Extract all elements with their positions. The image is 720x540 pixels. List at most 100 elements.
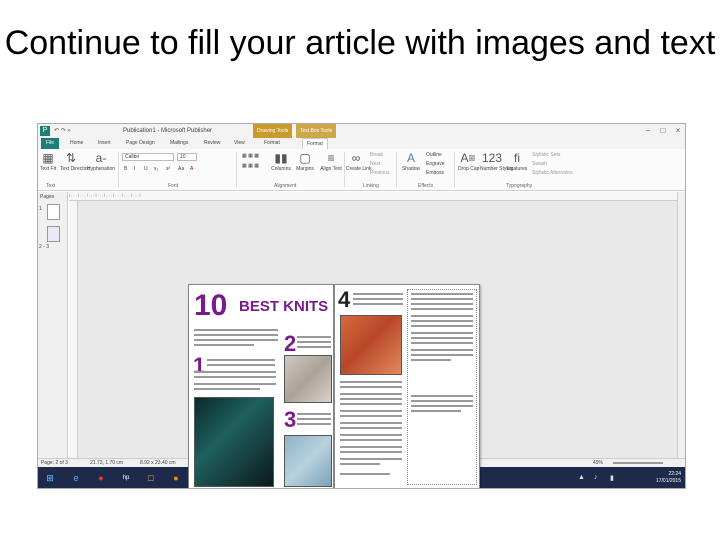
ligatures-button[interactable]: fi Ligatures [506, 151, 528, 172]
ribbon-separator [396, 152, 397, 187]
italic-button[interactable]: I [134, 166, 135, 172]
vertical-scrollbar[interactable] [677, 192, 685, 458]
align-grid-icon[interactable]: ▦ ▦ ▦ [242, 163, 259, 169]
text-direction-icon: ⇅ [65, 151, 77, 165]
text-line [340, 473, 390, 475]
text-line [353, 298, 403, 300]
ribbon-separator [236, 152, 237, 187]
superscript-button[interactable]: x² [166, 166, 170, 172]
photo-orange-knitting[interactable] [340, 315, 402, 375]
create-link-button[interactable]: ∞ Create Link [346, 151, 372, 172]
minimize-button[interactable]: – [641, 124, 655, 138]
tab-home[interactable]: Home [66, 138, 87, 149]
page-thumbnail-2-3[interactable] [47, 226, 60, 242]
subscript-button[interactable]: x₂ [154, 166, 158, 172]
create-link-label: Create Link [346, 166, 372, 172]
text-direction-button[interactable]: ⇅ Text Direction [60, 151, 90, 172]
vertical-ruler[interactable] [69, 201, 78, 458]
stylistic-sets-button[interactable]: Stylistic Sets [532, 152, 560, 158]
start-icon[interactable]: ⊞ [42, 470, 58, 486]
close-button[interactable]: × [671, 124, 685, 138]
tab-insert[interactable]: Insert [94, 138, 115, 149]
engrave-button[interactable]: Engrave [426, 161, 445, 167]
text-line [340, 427, 402, 429]
text-line [411, 354, 473, 356]
columns-button[interactable]: ▮▮ Columns [270, 151, 292, 172]
drop-cap-button[interactable]: A≡ Drop Cap [458, 151, 480, 172]
publisher-window: P ↶ ↷ » Publication1 - Microsoft Publish… [37, 123, 686, 489]
firefox-icon[interactable]: ● [168, 470, 184, 486]
text-line [411, 400, 473, 402]
margins-button[interactable]: ▢ Margins [294, 151, 316, 172]
text-line [194, 376, 276, 378]
previous-button[interactable]: Previous [370, 170, 389, 176]
text-line [194, 334, 278, 336]
stylistic-alternates-button[interactable]: Stylistic Alternates [532, 170, 573, 176]
drop-cap-label: Drop Cap [458, 166, 480, 172]
tab-mailings[interactable]: Mailings [166, 138, 192, 149]
emboss-button[interactable]: Emboss [426, 170, 444, 176]
columns-icon: ▮▮ [274, 151, 288, 165]
tab-file[interactable]: File [41, 138, 59, 149]
ribbon-tabs: File Home Insert Page Design Mailings Re… [38, 138, 685, 150]
text-line [411, 410, 461, 412]
underline-button[interactable]: U [144, 166, 148, 172]
slide-title: Continue to fill your article with image… [4, 24, 716, 62]
page-thumb-number: 1 [39, 206, 42, 212]
hp-icon[interactable]: hp [118, 470, 134, 486]
document-page-right[interactable]: 4 [334, 284, 480, 488]
file-explorer-icon[interactable]: □ [143, 470, 159, 486]
font-name-combo[interactable]: Calibri [122, 153, 174, 161]
headline-number: 10 [194, 289, 228, 322]
page-thumb-number: 2 - 3 [39, 244, 50, 250]
tab-format-drawing[interactable]: Format [260, 138, 284, 149]
tab-review[interactable]: Review [200, 138, 224, 149]
align-text-button[interactable]: ≡ Align Text [320, 151, 342, 172]
tab-view[interactable]: View [230, 138, 249, 149]
title-bar: P ↶ ↷ » Publication1 - Microsoft Publish… [38, 124, 685, 138]
text-line [411, 298, 473, 300]
photo-sunglasses[interactable] [194, 397, 274, 487]
zoom-slider[interactable] [613, 462, 663, 464]
window-title: Publication1 - Microsoft Publisher [123, 128, 213, 134]
clock-time: 22:24 [668, 471, 681, 477]
internet-explorer-icon[interactable]: e [68, 470, 84, 486]
quick-access-toolbar[interactable]: ↶ ↷ » [54, 124, 71, 138]
battery-icon[interactable]: ▮ [610, 474, 614, 482]
hyphenation-label: Hyphenation [86, 166, 116, 172]
outline-button[interactable]: Outline [426, 152, 442, 158]
font-size-combo[interactable]: 10 [177, 153, 197, 161]
photo-blue-knit[interactable] [284, 435, 332, 487]
publisher-app-icon[interactable]: P [40, 126, 50, 136]
text-fit-button[interactable]: ▦ Text Fit [40, 151, 56, 172]
align-grid-icon[interactable]: ▦ ▦ ▦ [242, 153, 259, 159]
change-case-button[interactable]: Aa [178, 166, 184, 172]
maximize-button[interactable]: □ [656, 124, 670, 138]
document-page-left[interactable]: 10 BEST KNITS 1 2 3 [188, 284, 334, 488]
text-line [194, 371, 276, 373]
columns-label: Columns [271, 166, 291, 172]
next-button[interactable]: Next [370, 161, 380, 167]
swash-button[interactable]: Swash [532, 161, 547, 167]
shadow-label: Shadow [401, 166, 421, 172]
number-styles-button[interactable]: 123 Number Styles [480, 151, 513, 172]
text-line [411, 315, 473, 317]
text-line [297, 346, 331, 348]
hyphenation-button[interactable]: a- Hyphenation [86, 151, 116, 172]
horizontal-ruler[interactable]: | , , , | , , , | , , , | , , , | , , , … [69, 192, 679, 201]
chrome-icon[interactable]: ● [93, 470, 109, 486]
photo-knit-swatch[interactable] [284, 355, 332, 403]
selected-text-box[interactable] [407, 289, 477, 485]
tab-page-design[interactable]: Page Design [122, 138, 159, 149]
network-icon[interactable]: ▲ [578, 474, 585, 481]
bold-button[interactable]: B [124, 166, 127, 172]
text-line [340, 463, 380, 465]
context-tab-drawing-tools: Drawing Tools [253, 124, 293, 138]
volume-icon[interactable]: ♪ [594, 474, 598, 481]
font-color-button[interactable]: A [190, 166, 193, 172]
break-button[interactable]: Break [370, 152, 383, 158]
text-line [411, 293, 473, 295]
shadow-button[interactable]: A Shadow [400, 151, 422, 172]
taskbar-clock[interactable]: 22:24 17/01/2015 [656, 471, 681, 485]
page-thumbnail-1[interactable] [47, 204, 60, 220]
